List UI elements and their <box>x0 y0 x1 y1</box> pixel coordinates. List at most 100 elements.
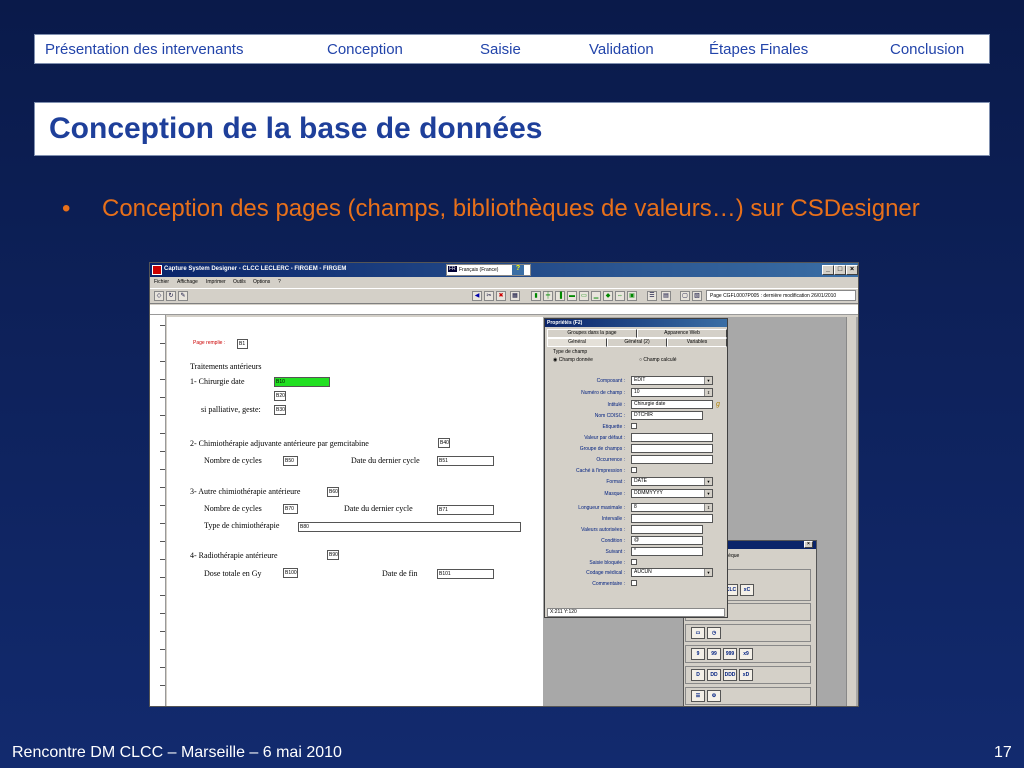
align-middle-icon[interactable]: ▭ <box>579 291 589 301</box>
help-icon[interactable]: ? <box>512 265 524 275</box>
q2-date-field[interactable]: B51 <box>437 456 494 466</box>
form-canvas[interactable]: Page remplie : B1 Traitements antérieurs… <box>167 317 543 706</box>
nav-item-saisie[interactable]: Saisie <box>480 41 521 58</box>
list-icon[interactable]: ☰ <box>647 291 657 301</box>
maximize-button[interactable]: □ <box>834 265 846 275</box>
same-size-icon[interactable]: ▣ <box>627 291 637 301</box>
prop-groupe-champs[interactable] <box>631 444 713 453</box>
q2-field[interactable]: B40 <box>438 438 450 448</box>
tab-general-2[interactable]: Général (2) <box>607 338 667 347</box>
q3-field[interactable]: B60 <box>327 487 339 497</box>
prop-composant[interactable]: EDIT ▼ <box>631 376 713 385</box>
spinner-arrows-icon[interactable]: ⇕ <box>704 389 712 396</box>
q1-field-selected[interactable]: B10 <box>274 377 330 387</box>
menu-imprimer[interactable]: Imprimer <box>206 279 226 285</box>
prop-valeur-defaut[interactable] <box>631 433 713 442</box>
nav-item-conclusion[interactable]: Conclusion <box>890 41 964 58</box>
vertical-scrollbar[interactable] <box>846 317 856 706</box>
page-edit-icon[interactable]: ▧ <box>692 291 702 301</box>
dropdown-arrow-icon[interactable]: ▼ <box>704 478 712 485</box>
dropdown-arrow-icon[interactable]: ▼ <box>704 377 712 384</box>
prop-masque[interactable]: DDMMYYYY ▼ <box>631 489 713 498</box>
prop-saisie-bloquee-checkbox[interactable] <box>631 559 637 565</box>
palette-xc-button[interactable]: xC <box>740 584 754 596</box>
delete-icon[interactable]: ✖ <box>496 291 506 301</box>
prop-cache-impression-checkbox[interactable] <box>631 467 637 473</box>
spinner-arrows-icon[interactable]: ⇕ <box>704 504 712 511</box>
prop-numero-champ[interactable]: 10 ⇕ <box>631 388 713 397</box>
close-button[interactable]: × <box>846 265 858 275</box>
radio-champ-calcule[interactable]: ○ Champ calculé <box>639 357 677 363</box>
minimize-button[interactable]: _ <box>822 265 834 275</box>
nav-item-etapes-finales[interactable]: Étapes Finales <box>709 41 808 58</box>
edit-icon[interactable]: ✎ <box>178 291 188 301</box>
menu-options[interactable]: Options <box>253 279 270 285</box>
arrow-left-icon[interactable]: ◀ <box>472 291 482 301</box>
dropdown-arrow-icon[interactable]: ▼ <box>704 490 712 497</box>
palette-num1-button[interactable]: 9 <box>691 648 705 660</box>
cut-icon[interactable]: ✂ <box>484 291 494 301</box>
q4-date-field[interactable]: B101 <box>437 569 494 579</box>
grid-icon[interactable]: ▦ <box>510 291 520 301</box>
page-icon[interactable]: ▢ <box>680 291 690 301</box>
align-left-icon[interactable]: ▮ <box>531 291 541 301</box>
palette-xd-button[interactable]: xD <box>739 669 753 681</box>
palette-dd-button[interactable]: DD <box>707 669 721 681</box>
align-right-icon[interactable]: ▐ <box>555 291 565 301</box>
q3-type-field[interactable]: B80 <box>298 522 521 532</box>
clock-icon[interactable]: ◷ <box>707 627 721 639</box>
palette-d-button[interactable]: D <box>691 669 705 681</box>
same-width-icon[interactable]: ◆ <box>603 291 613 301</box>
nav-item-conception[interactable]: Conception <box>327 41 403 58</box>
palette-num2-button[interactable]: 99 <box>707 648 721 660</box>
dropdown-arrow-icon[interactable]: ▼ <box>704 569 712 576</box>
palette-num3-button[interactable]: 999 <box>723 648 737 660</box>
q4-field[interactable]: B90 <box>327 550 339 560</box>
align-center-icon[interactable]: ╪ <box>543 291 553 301</box>
prop-nom-cdisc[interactable]: DTCHIR <box>631 411 703 420</box>
tab-general[interactable]: Général <box>547 338 607 347</box>
q1b-field[interactable]: B20 <box>274 391 286 401</box>
table-icon[interactable]: ▤ <box>661 291 671 301</box>
page-filled-field[interactable]: B1 <box>237 339 248 349</box>
tab-groupes[interactable]: Groupes dans la page <box>547 329 637 338</box>
menu-outils[interactable]: Outils <box>233 279 246 285</box>
prop-intervalle[interactable] <box>631 514 713 523</box>
nav-item-presentation[interactable]: Présentation des intervenants <box>45 41 243 58</box>
lock-icon[interactable]: g <box>716 401 720 408</box>
palette-image-button[interactable]: ▭ <box>691 627 705 639</box>
q3-date-field[interactable]: B71 <box>437 505 494 515</box>
palette-numx-button[interactable]: x9 <box>739 648 753 660</box>
tab-apparence-web[interactable]: Apparence Web <box>637 329 727 338</box>
palette-list-button[interactable]: ☰ <box>691 690 705 702</box>
menu-affichage[interactable]: Affichage <box>177 279 198 285</box>
tab-variables[interactable]: Variables <box>667 338 727 347</box>
menu-fichier[interactable]: Fichier <box>154 279 169 285</box>
prop-codage-medical[interactable]: AUCUN ▼ <box>631 568 713 577</box>
radio-champ-donnee[interactable]: ◉ Champ donnée <box>553 357 593 363</box>
same-height-icon[interactable]: ⇔ <box>615 291 625 301</box>
palette-close-button[interactable]: × <box>804 541 813 548</box>
align-top-icon[interactable]: ▬ <box>567 291 577 301</box>
refresh-icon[interactable]: ↻ <box>166 291 176 301</box>
q3-cycles-field[interactable]: B70 <box>283 504 298 514</box>
q4-dose-field[interactable]: B100 <box>283 568 298 578</box>
q1c-field[interactable]: B30 <box>274 405 286 415</box>
prop-longueur-max[interactable]: 8 ⇕ <box>631 503 713 512</box>
prop-commentaire-checkbox[interactable] <box>631 580 637 586</box>
prop-condition[interactable]: @ <box>631 536 703 545</box>
prop-valeurs-autorisees[interactable] <box>631 525 703 534</box>
q2-cycles-field[interactable]: B50 <box>283 456 298 466</box>
align-bottom-icon[interactable]: ▁ <box>591 291 601 301</box>
nav-item-validation[interactable]: Validation <box>589 41 654 58</box>
open-icon[interactable]: ◇ <box>154 291 164 301</box>
prop-occurrence[interactable] <box>631 455 713 464</box>
palette-ddd-button[interactable]: DDD <box>723 669 737 681</box>
prop-intitule[interactable]: Chirurgie date <box>631 400 713 409</box>
prop-format[interactable]: DATE ▼ <box>631 477 713 486</box>
palette-sql-button[interactable]: ⚙ <box>707 690 721 702</box>
prop-etiquette-checkbox[interactable] <box>631 423 637 429</box>
prop-label: Suivant : <box>605 549 625 555</box>
menu-help[interactable]: ? <box>278 279 281 285</box>
prop-suivant[interactable]: * <box>631 547 703 556</box>
